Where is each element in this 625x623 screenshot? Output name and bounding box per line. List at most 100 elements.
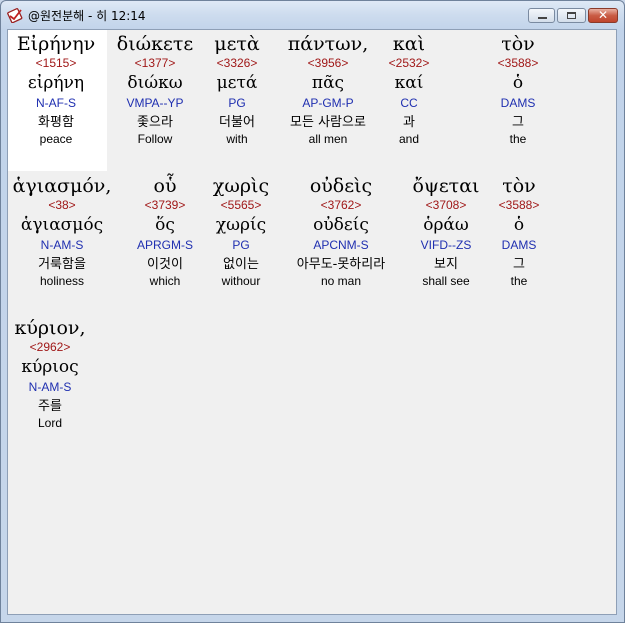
lemma: κύριος (21, 357, 79, 377)
english-gloss: holiness (39, 274, 85, 288)
korean-gloss: 이것이 (147, 257, 183, 272)
maximize-icon (567, 12, 576, 19)
greek-word: μετὰ (214, 33, 260, 55)
english-gloss: Follow (137, 132, 173, 146)
lemma: ὅς (155, 215, 175, 235)
word-block[interactable]: καὶ <2532> καί CC 과 and (380, 32, 438, 146)
close-button[interactable]: ✕ (588, 8, 618, 23)
word-block[interactable]: πάντων, <3956> πᾶς AP-GM-P 모든 사람으로 all m… (270, 32, 386, 146)
strongs-number[interactable]: <3708> (406, 198, 486, 214)
korean-gloss: 없이는 (223, 257, 259, 272)
parsing-code: N-AF-S (36, 96, 76, 110)
greek-word: οὐδεὶς (309, 175, 373, 197)
parsing-code: DAMS (500, 96, 536, 110)
word-block[interactable]: τὸν <3588> ὁ DAMS 그 the (488, 32, 548, 146)
greek-word: πάντων, (287, 33, 369, 55)
korean-gloss: 더불어 (219, 115, 255, 130)
strongs-number[interactable]: <2532> (380, 56, 438, 72)
parsing-code: CC (400, 96, 418, 110)
strongs-number[interactable]: <3326> (202, 56, 272, 72)
maximize-button[interactable] (557, 8, 586, 23)
strongs-number[interactable]: <3956> (270, 56, 386, 72)
parsing-code: VIFD--ZS (420, 238, 472, 252)
strongs-number[interactable]: <3588> (490, 198, 548, 214)
strongs-number[interactable]: <5565> (204, 198, 278, 214)
title-bar[interactable]: @원전분해 - 히 12:14 ✕ (1, 1, 624, 29)
word-block[interactable]: οὗ <3739> ὅς APRGM-S 이것이 which (124, 174, 206, 288)
word-block[interactable]: ἁγιασμόν, <38> ἁγιασμός N-AM-S 거룩함을 holi… (8, 174, 116, 288)
word-block[interactable]: μετὰ <3326> μετά PG 더불어 with (202, 32, 272, 146)
lemma: ἁγιασμός (20, 215, 104, 235)
english-gloss: shall see (422, 274, 470, 288)
strongs-number[interactable]: <1515> (8, 56, 104, 72)
word-block[interactable]: οὐδεὶς <3762> οὐδείς APCNM-S 아무도-못하리라 no… (278, 174, 404, 288)
greek-word: ὄψεται (412, 175, 480, 197)
parsing-code: VMPA--YP (126, 96, 184, 110)
parsing-code: N-AM-S (40, 238, 84, 252)
english-gloss: the (510, 274, 528, 288)
strongs-number[interactable]: <3588> (488, 56, 548, 72)
lemma: εἰρήνη (27, 73, 85, 93)
greek-word: ἁγιασμόν, (12, 175, 112, 197)
korean-gloss: 거룩함을 (38, 257, 86, 272)
parsing-code: N-AM-S (28, 380, 72, 394)
korean-gloss: 모든 사람으로 (290, 115, 366, 130)
parsing-code: DAMS (501, 238, 537, 252)
strongs-number[interactable]: <3739> (124, 198, 206, 214)
korean-gloss: 화평함 (38, 115, 74, 130)
app-window: @원전분해 - 히 12:14 ✕ Εἰρήνην <1515> εἰρήνη … (0, 0, 625, 623)
interlinear-panel[interactable]: Εἰρήνην <1515> εἰρήνη N-AF-S 화평함 peace δ… (7, 29, 617, 615)
korean-gloss: 좇으라 (137, 115, 173, 130)
greek-word: τὸν (502, 175, 536, 197)
greek-word: διώκετε (116, 33, 194, 55)
word-block[interactable]: χωρὶς <5565> χωρίς PG 없이는 withour (204, 174, 278, 288)
korean-gloss: 그 (512, 115, 524, 130)
lemma: οὐδείς (313, 215, 369, 235)
word-block[interactable]: τὸν <3588> ὁ DAMS 그 the (490, 174, 548, 288)
korean-gloss: 과 (403, 115, 415, 130)
english-gloss: which (149, 274, 181, 288)
english-gloss: with (226, 132, 248, 146)
lemma: καί (394, 73, 424, 93)
parsing-code: PG (228, 96, 246, 110)
lemma: χωρίς (215, 215, 267, 235)
word-block[interactable]: Εἰρήνην <1515> εἰρήνη N-AF-S 화평함 peace (8, 32, 104, 146)
lemma: ὁ (513, 215, 525, 235)
minimize-icon (538, 17, 547, 19)
parsing-code: AP-GM-P (302, 96, 354, 110)
word-block[interactable]: ὄψεται <3708> ὁράω VIFD--ZS 보지 shall see (406, 174, 486, 288)
english-gloss: and (398, 132, 420, 146)
korean-gloss: 주를 (38, 399, 62, 414)
minimize-button[interactable] (528, 8, 555, 23)
strongs-number[interactable]: <2962> (8, 340, 92, 356)
lemma: διώκω (127, 73, 183, 93)
english-gloss: withour (221, 274, 261, 288)
greek-word: οὗ (153, 175, 177, 197)
lemma: μετά (216, 73, 258, 93)
strongs-number[interactable]: <38> (8, 198, 116, 214)
parsing-code: APRGM-S (136, 238, 193, 252)
korean-gloss: 그 (513, 257, 525, 272)
english-gloss: Lord (37, 416, 63, 430)
analysis-app-icon[interactable] (7, 7, 23, 23)
korean-gloss: 아무도-못하리라 (296, 257, 386, 272)
window-title: @원전분해 - 히 12:14 (28, 9, 146, 23)
english-gloss: all men (308, 132, 348, 146)
lemma: ὁράω (423, 215, 469, 235)
strongs-number[interactable]: <1377> (105, 56, 205, 72)
parsing-code: PG (232, 238, 250, 252)
greek-word: τὸν (501, 33, 535, 55)
greek-word: Εἰρήνην (16, 33, 96, 55)
strongs-number[interactable]: <3762> (278, 198, 404, 214)
greek-word: καὶ (392, 33, 426, 55)
korean-gloss: 보지 (434, 257, 458, 272)
greek-word: κύριον, (14, 317, 86, 339)
close-icon: ✕ (597, 8, 609, 22)
lemma: πᾶς (311, 73, 345, 93)
english-gloss: peace (39, 132, 73, 146)
english-gloss: the (509, 132, 527, 146)
word-block[interactable]: διώκετε <1377> διώκω VMPA--YP 좇으라 Follow (105, 32, 205, 146)
greek-word: χωρὶς (212, 175, 270, 197)
lemma: ὁ (512, 73, 524, 93)
word-block[interactable]: κύριον, <2962> κύριος N-AM-S 주를 Lord (8, 316, 92, 430)
